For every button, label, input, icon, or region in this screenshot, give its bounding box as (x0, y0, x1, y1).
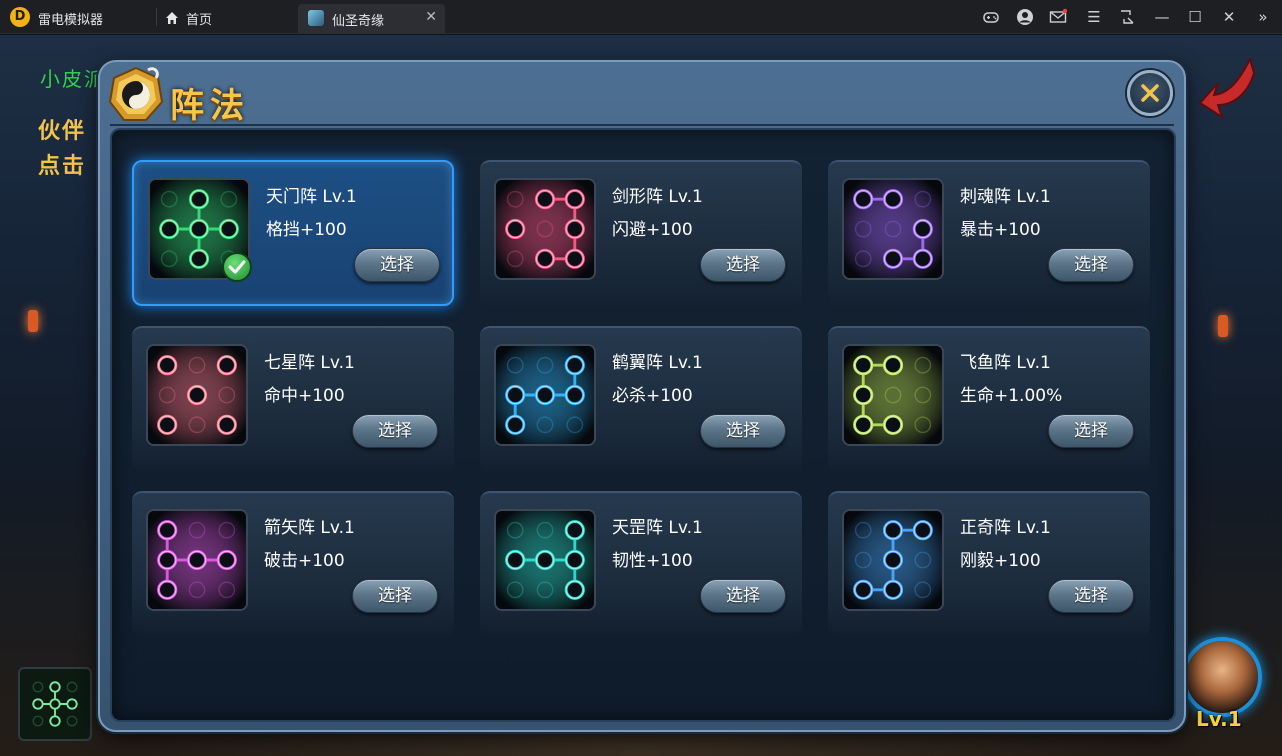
formation-name: 天门阵 Lv.1 (266, 187, 357, 207)
home-icon (166, 12, 178, 24)
game-tab-label: 仙圣奇缘 (332, 14, 385, 29)
formation-icon (146, 344, 248, 446)
lantern-icon (1218, 315, 1228, 337)
formation-name: 正奇阵 Lv.1 (960, 518, 1051, 538)
formation-name: 天罡阵 Lv.1 (612, 518, 703, 538)
formation-card[interactable]: 鹤翼阵 Lv.1 必杀+100 选择 (480, 326, 802, 472)
avatar-portrait (1182, 637, 1262, 717)
formation-icon (494, 509, 596, 611)
formation-card[interactable]: 飞鱼阵 Lv.1 生命+1.00% 选择 (828, 326, 1150, 472)
game-tab-icon (308, 10, 324, 26)
home-tab-label: 首页 (186, 12, 213, 28)
formation-stat: 韧性+100 (612, 551, 693, 571)
close-icon (1141, 84, 1159, 102)
formation-stat: 刚毅+100 (960, 551, 1041, 571)
formation-icon (842, 344, 944, 446)
formation-stat: 生命+1.00% (960, 386, 1063, 406)
back-arrow-icon[interactable] (1198, 53, 1258, 123)
formation-stat: 格挡+100 (266, 220, 347, 240)
current-formation-icon[interactable] (18, 667, 92, 741)
formation-stat: 命中+100 (264, 386, 345, 406)
formation-stat: 暴击+100 (960, 220, 1041, 240)
emulator-logo-icon: D (10, 7, 30, 27)
formation-icon (146, 509, 248, 611)
close-button[interactable] (1127, 70, 1173, 116)
formation-emblem-icon (108, 66, 164, 121)
mail-icon[interactable] (1049, 8, 1068, 26)
select-button[interactable]: 选择 (352, 579, 438, 613)
select-button[interactable]: 选择 (354, 248, 440, 282)
select-button[interactable]: 选择 (700, 414, 786, 448)
formation-list: 天门阵 Lv.1 格挡+100 选择 剑形阵 Lv.1 闪避+100 选择 刺魂阵 Lv.1… (110, 128, 1176, 722)
emulator-titlebar: D 雷电模拟器 首页 仙圣奇缘 ✕ ☰ — ☐ ✕ » (0, 0, 1282, 34)
minimize-icon[interactable]: — (1153, 8, 1171, 26)
game-window: D 雷电模拟器 首页 仙圣奇缘 ✕ ☰ — ☐ ✕ » 小皮派 伙伴 点击 Lv… (0, 0, 1282, 756)
select-button[interactable]: 选择 (700, 248, 786, 282)
formation-card[interactable]: 剑形阵 Lv.1 闪避+100 选择 (480, 160, 802, 306)
formation-card[interactable]: 天罡阵 Lv.1 韧性+100 选择 (480, 491, 802, 637)
formation-panel: 阵法 天门阵 Lv.1 格挡+100 选择 剑形阵 Lv.1 闪避+100 选择 刺魂阵 L… (98, 60, 1186, 732)
selected-check-icon (222, 252, 252, 282)
page-title: 阵法 (170, 86, 250, 126)
formation-card[interactable]: 七星阵 Lv.1 命中+100 选择 (132, 326, 454, 472)
window-close-icon[interactable]: ✕ (1220, 8, 1238, 26)
formation-icon (494, 178, 596, 280)
background-green-text: 小皮派 (40, 67, 106, 91)
formation-name: 鹤翼阵 Lv.1 (612, 353, 703, 373)
game-tab[interactable]: 仙圣奇缘 ✕ (298, 4, 445, 34)
formation-name: 飞鱼阵 Lv.1 (960, 353, 1051, 373)
maximize-icon[interactable]: ☐ (1186, 8, 1204, 26)
formation-name: 剑形阵 Lv.1 (612, 187, 703, 207)
home-tab[interactable]: 首页 (164, 8, 212, 28)
resize-icon[interactable] (1118, 8, 1136, 26)
formation-name: 刺魂阵 Lv.1 (960, 187, 1051, 207)
formation-card[interactable]: 正奇阵 Lv.1 刚毅+100 选择 (828, 491, 1150, 637)
formation-card[interactable]: 刺魂阵 Lv.1 暴击+100 选择 (828, 160, 1150, 306)
formation-stat: 闪避+100 (612, 220, 693, 240)
tab-close-icon[interactable]: ✕ (425, 9, 437, 25)
menu-icon[interactable]: ☰ (1085, 8, 1103, 26)
gamepad-icon[interactable] (982, 8, 1000, 26)
player-avatar[interactable]: Lv.1 (1180, 635, 1264, 735)
formation-icon (842, 509, 944, 611)
formation-icon (842, 178, 944, 280)
account-icon[interactable] (1016, 8, 1034, 26)
formation-name: 箭矢阵 Lv.1 (264, 518, 355, 538)
titlebar-divider (156, 8, 157, 26)
sidebar-expand-icon[interactable]: » (1254, 8, 1272, 26)
formation-name: 七星阵 Lv.1 (264, 353, 355, 373)
select-button[interactable]: 选择 (1048, 414, 1134, 448)
emulator-app-name: 雷电模拟器 (38, 13, 104, 28)
formation-stat: 必杀+100 (612, 386, 693, 406)
background-hint-line1: 伙伴 (38, 119, 87, 144)
select-button[interactable]: 选择 (700, 579, 786, 613)
select-button[interactable]: 选择 (1048, 248, 1134, 282)
lantern-icon (28, 310, 38, 332)
formation-card[interactable]: 天门阵 Lv.1 格挡+100 选择 (132, 160, 454, 306)
header-divider (110, 124, 1174, 126)
select-button[interactable]: 选择 (1048, 579, 1134, 613)
formation-icon (494, 344, 596, 446)
background-hint-line2: 点击 (38, 154, 87, 179)
select-button[interactable]: 选择 (352, 414, 438, 448)
player-level: Lv.1 (1196, 707, 1242, 731)
formation-stat: 破击+100 (264, 551, 345, 571)
formation-card[interactable]: 箭矢阵 Lv.1 破击+100 选择 (132, 491, 454, 637)
